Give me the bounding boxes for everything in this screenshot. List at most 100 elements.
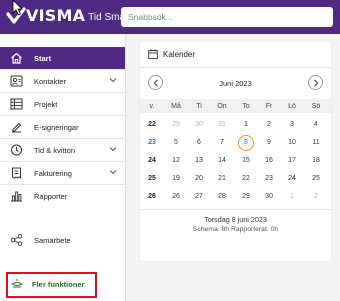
signature-icon [12, 122, 22, 133]
sidebar-item-fakturering[interactable]: Fakturering [0, 162, 125, 184]
next-month-button[interactable] [308, 75, 323, 90]
sidebar-item-label: Projekt [34, 99, 58, 109]
chevron-down-icon [109, 170, 117, 175]
calendar-day[interactable]: 14 [211, 157, 233, 164]
calendar-week-row: 24 12 13 14 15 16 17 18 [140, 151, 331, 170]
month-label: Juni 2023 [219, 79, 252, 88]
weekday-label: Ti [196, 103, 202, 110]
calendar-day[interactable]: 6 [188, 139, 210, 146]
mouse-cursor-icon [12, 0, 23, 16]
calendar-day[interactable]: 30 [258, 193, 280, 200]
sidebar-item-tid-kvitton[interactable]: Tid & kvitton [0, 139, 125, 161]
brand-name: VISMA [26, 6, 86, 25]
sidebar-item-label: Kontakter [34, 76, 67, 86]
week-number[interactable]: 22 [141, 121, 163, 128]
sidebar-item-label: Fakturering [34, 168, 72, 178]
calendar-day[interactable]: 17 [281, 157, 303, 164]
calendar-day[interactable]: 2 [258, 121, 280, 128]
sidebar-item-kontakter[interactable]: Kontakter [0, 70, 125, 92]
calendar-day[interactable]: 9 [258, 139, 280, 146]
week-column-header: v. [149, 103, 155, 110]
week-number[interactable]: 25 [141, 175, 163, 182]
calendar-day[interactable]: 4 [305, 121, 327, 128]
sidebar-item-label: E-signeringar [34, 122, 79, 132]
calendar-week-row: 23 5 6 7 8 9 10 11 [140, 133, 331, 152]
sidebar-item-e-signeringar[interactable]: E-signeringar [0, 116, 125, 138]
calendar-day[interactable]: 29 [165, 121, 187, 128]
calendar-day[interactable]: 16 [258, 157, 280, 164]
calendar-day[interactable]: 22 [235, 175, 257, 182]
clock-icon [11, 144, 22, 156]
calendar-header: Kalender [140, 42, 331, 68]
sidebar-item-projekt[interactable]: Projekt [0, 93, 125, 115]
weekday-header: v. Må Ti On To Fr Lö Sö [140, 99, 331, 113]
calendar-day[interactable]: 21 [211, 175, 233, 182]
sidebar: Start Kontakter Projekt E-signeringar Ti… [0, 34, 126, 301]
calendar-day[interactable]: 28 [211, 193, 233, 200]
calendar-day[interactable]: 1 [281, 193, 303, 200]
chevron-down-icon [109, 78, 117, 83]
week-number[interactable]: 24 [141, 157, 163, 164]
weekday-label: Sö [311, 103, 321, 110]
calendar-day[interactable]: 25 [305, 175, 327, 182]
sidebar-item-start[interactable]: Start [0, 47, 125, 69]
top-bar: VISMA Tid Smart [0, 0, 340, 34]
calendar-day[interactable]: 2 [305, 193, 327, 200]
week-number[interactable]: 26 [141, 193, 163, 200]
calendar-day[interactable]: 7 [211, 139, 233, 146]
calendar-day[interactable]: 26 [165, 193, 187, 200]
home-icon [11, 52, 22, 64]
week-number[interactable]: 23 [141, 139, 163, 146]
calendar-day[interactable]: 5 [165, 139, 187, 146]
schedule-summary: Schema: 8h Rapporterat: 0h [192, 226, 279, 233]
share-icon [10, 234, 23, 246]
calendar-day[interactable]: 30 [188, 121, 210, 128]
sidebar-item-label: Samarbete [34, 235, 71, 245]
calendar-day[interactable]: 31 [211, 121, 233, 128]
calendar-day[interactable]: 24 [281, 175, 303, 182]
chevron-right-icon [314, 79, 319, 87]
calendar-day[interactable]: 23 [258, 175, 280, 182]
invoice-icon [12, 167, 21, 179]
prev-month-button[interactable] [148, 75, 163, 90]
sidebar-item-label: Rapporter [34, 191, 68, 201]
calendar-day[interactable]: 11 [305, 139, 327, 146]
sidebar-item-label: Tid & kvitton [34, 145, 75, 155]
calendar-day-today[interactable]: 8 [235, 139, 257, 146]
contacts-icon [10, 75, 23, 87]
calendar-day[interactable]: 18 [305, 157, 327, 164]
calendar-card: Kalender Juni 2023 v. Må Ti On To Fr Lö … [140, 42, 331, 261]
weekday-label: To [242, 103, 250, 110]
calendar-week-row: 25 19 20 21 22 23 24 25 [140, 169, 331, 188]
calendar-day[interactable]: 13 [188, 157, 210, 164]
calendar-icon [148, 49, 158, 59]
weekday-label: Må [171, 103, 181, 110]
visma-logo[interactable]: VISMA Tid Smart [6, 7, 131, 25]
calendar-day[interactable]: 12 [165, 157, 187, 164]
divider [140, 209, 331, 210]
month-navigation: Juni 2023 [140, 75, 331, 91]
weekday-label: Lö [288, 103, 296, 110]
calendar-day[interactable]: 19 [165, 175, 187, 182]
sidebar-item-samarbete[interactable]: Samarbete [0, 229, 125, 251]
project-icon [10, 98, 23, 110]
chevron-left-icon [153, 79, 158, 87]
calendar-day[interactable]: 15 [235, 157, 257, 164]
calendar-day[interactable]: 1 [235, 121, 257, 128]
weekday-label: Fr [265, 103, 273, 110]
weekday-label: On [217, 103, 227, 110]
calendar-day[interactable]: 29 [235, 193, 257, 200]
calendar-day[interactable]: 3 [281, 121, 303, 128]
calendar-day[interactable]: 27 [188, 193, 210, 200]
sidebar-item-rapporter[interactable]: Rapporter [0, 185, 125, 207]
calendar-week-row: 26 26 27 28 29 30 1 2 [140, 187, 331, 206]
search-input[interactable] [121, 7, 333, 27]
calendar-week-row: 22 29 30 31 1 2 3 4 [140, 115, 331, 134]
highlight-box [6, 272, 97, 298]
selected-date: Torsdag 8 juni 2023 [204, 215, 267, 224]
calendar-day[interactable]: 20 [188, 175, 210, 182]
calendar-day[interactable]: 10 [281, 139, 303, 146]
sidebar-item-label: Start [34, 53, 52, 63]
calendar-title: Kalender [163, 50, 196, 59]
reports-icon [11, 191, 22, 202]
